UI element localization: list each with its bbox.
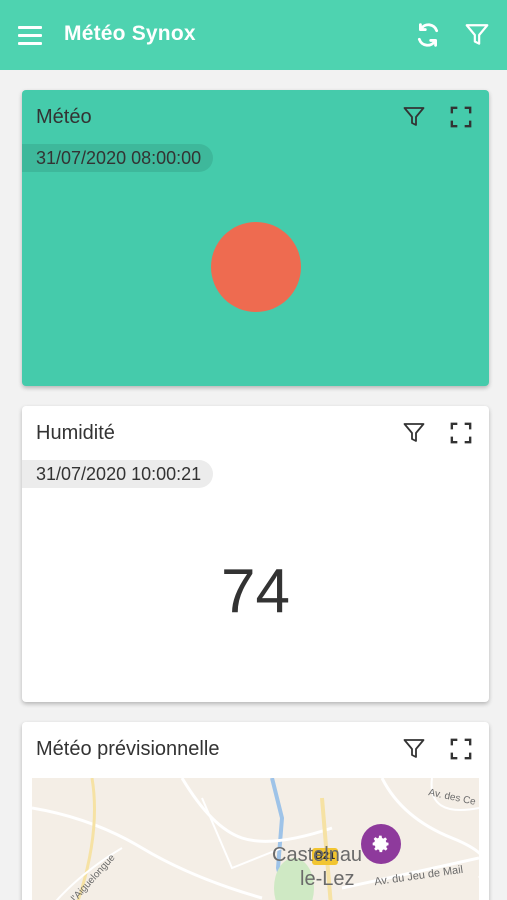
refresh-button[interactable] <box>411 18 445 52</box>
map-town-label: le-Lez <box>300 868 355 890</box>
card-title: Météo <box>36 106 92 128</box>
timestamp-badge: 31/07/2020 08:00:00 <box>22 144 214 172</box>
fullscreen-icon <box>450 422 472 444</box>
filter-icon <box>465 24 489 45</box>
map-marker[interactable] <box>361 824 401 864</box>
filter-icon <box>403 107 425 126</box>
card-filter-button[interactable] <box>399 418 429 448</box>
card-title: Humidité <box>36 422 115 444</box>
fullscreen-icon <box>450 106 472 128</box>
humidite-card: Humidité 31/07/2020 10:00:21 74 <box>22 406 489 702</box>
filter-icon <box>403 739 425 758</box>
meteo-previsionnelle-card: Météo prévisionnelle D21 Castelnau le-Le… <box>22 722 489 900</box>
gear-icon <box>372 835 389 853</box>
card-fullscreen-button[interactable] <box>446 418 476 448</box>
filter-button[interactable] <box>460 18 494 52</box>
app-bar: Météo Synox <box>0 0 507 70</box>
forecast-map[interactable]: D21 Castelnau le-Lez Av. des Ce Av. du J… <box>32 778 479 900</box>
map-town-label: Castelnau <box>272 844 363 866</box>
timestamp-badge: 31/07/2020 10:00:21 <box>22 460 214 488</box>
meteo-card: Météo 31/07/2020 08:00:00 <box>22 90 489 386</box>
weather-indicator <box>211 222 301 312</box>
menu-button[interactable] <box>14 18 48 52</box>
card-fullscreen-button[interactable] <box>446 734 476 764</box>
humidity-value: 74 <box>221 557 290 626</box>
refresh-icon <box>417 23 439 47</box>
card-fullscreen-button[interactable] <box>446 102 476 132</box>
app-title: Météo Synox <box>64 22 196 45</box>
card-filter-button[interactable] <box>399 102 429 132</box>
filter-icon <box>403 423 425 442</box>
card-filter-button[interactable] <box>399 734 429 764</box>
fullscreen-icon <box>450 738 472 760</box>
card-title: Météo prévisionnelle <box>36 738 220 760</box>
